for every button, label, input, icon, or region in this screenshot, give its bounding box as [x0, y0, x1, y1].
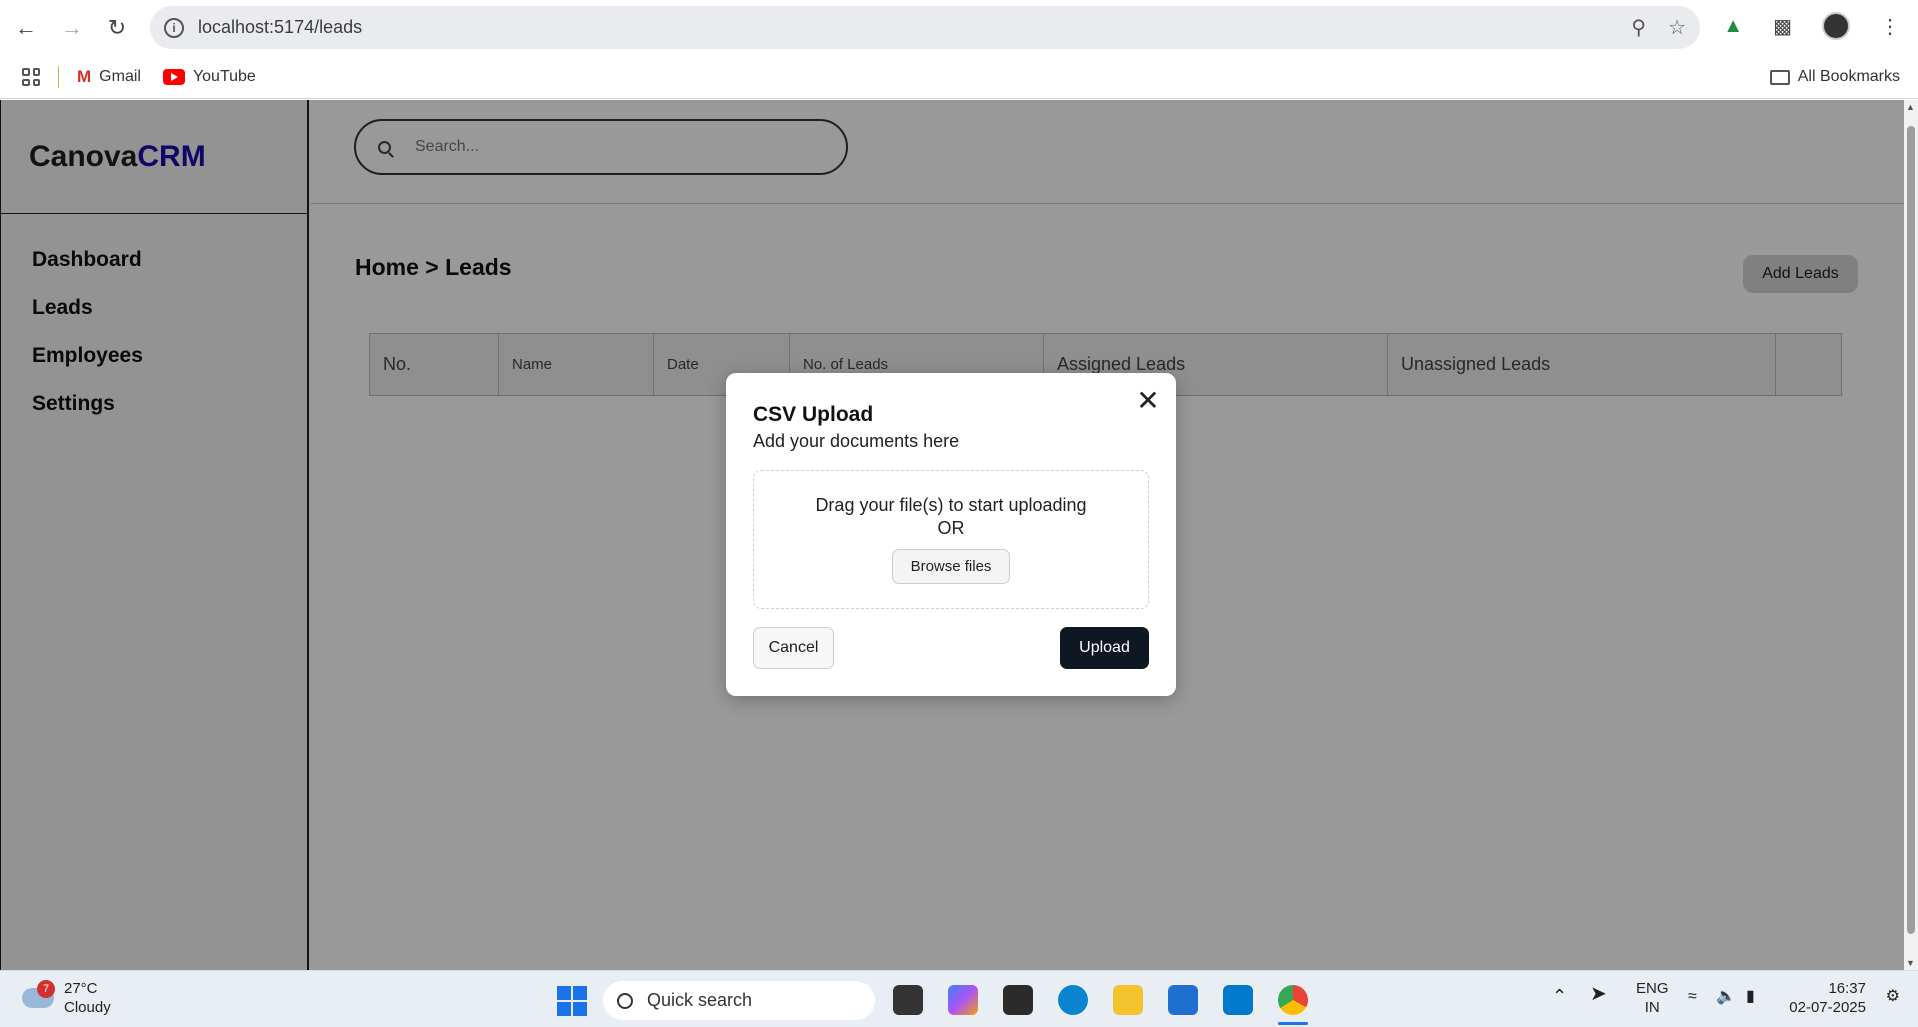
gmail-icon: M [77, 67, 92, 86]
file-dropzone[interactable]: Drag your file(s) to start uploading OR … [753, 470, 1149, 609]
browser-toolbar: ← → ↻ i localhost:5174/leads ⚲ ☆ ▲ ▩ ⋮ [0, 0, 1918, 56]
back-arrow-icon[interactable]: ← [10, 12, 42, 44]
modal-title: CSV Upload [753, 403, 874, 426]
notification-bell-icon[interactable]: ⚙ [1886, 987, 1900, 1006]
bookmark-star-icon[interactable]: ☆ [1668, 15, 1686, 40]
windows-start-icon[interactable] [557, 986, 587, 1016]
search-icon [617, 992, 633, 1009]
language-indicator[interactable]: ENG IN [1636, 979, 1669, 1017]
dropzone-or: OR [937, 518, 965, 538]
bookmark-gmail[interactable]: M Gmail [77, 67, 141, 87]
volume-icon[interactable]: 🔈 [1716, 987, 1736, 1006]
csv-upload-modal: CSV Upload Add your documents here ✕ Dra… [726, 373, 1176, 696]
close-icon[interactable]: ✕ [1134, 387, 1162, 415]
weather-widget[interactable]: 7 27°C Cloudy [22, 979, 111, 1017]
bookmark-youtube[interactable]: YouTube [162, 68, 256, 86]
url-text[interactable]: localhost:5174/leads [198, 17, 362, 38]
task-view-icon[interactable] [893, 985, 923, 1015]
address-bar[interactable]: i localhost:5174/leads ⚲ ☆ [150, 6, 1700, 49]
store-icon[interactable] [1168, 985, 1198, 1015]
folder-icon [1769, 69, 1790, 85]
all-bookmarks[interactable]: All Bookmarks [1769, 68, 1900, 86]
extensions-icon[interactable]: ▩ [1773, 14, 1792, 39]
reload-icon[interactable]: ↻ [101, 12, 133, 44]
chrome-icon[interactable] [1278, 985, 1308, 1015]
temperature: 27°C [64, 980, 98, 997]
bookmarks-bar: M Gmail YouTube All Bookmarks [0, 56, 1918, 99]
taskbar-search[interactable]: Quick search [603, 981, 875, 1020]
site-info-icon[interactable]: i [164, 17, 184, 38]
bookmarks-divider [58, 66, 59, 88]
modal-subtitle: Add your documents here [753, 431, 960, 451]
weather-condition: Cloudy [64, 999, 111, 1016]
language-region: IN [1644, 999, 1660, 1016]
chevron-up-icon[interactable]: ⌃ [1552, 987, 1567, 1006]
apps-grid-icon[interactable] [22, 68, 40, 86]
bookmark-label: Gmail [99, 68, 141, 85]
vscode-icon[interactable] [1223, 985, 1253, 1015]
scroll-thumb[interactable] [1907, 126, 1915, 934]
youtube-icon [162, 69, 185, 85]
wifi-icon[interactable]: ≈ [1688, 987, 1697, 1006]
scroll-up-icon[interactable]: ▲ [1906, 102, 1915, 112]
windows-taskbar: 7 27°C Cloudy Quick search ⌃ ➤ ENG IN ≈ … [0, 970, 1918, 1027]
taskbar-search-label: Quick search [647, 990, 753, 1010]
language-primary: ENG [1636, 980, 1669, 997]
drive-icon[interactable]: ▲ [1723, 15, 1743, 38]
forward-arrow-icon[interactable]: → [56, 12, 88, 44]
file-explorer-icon[interactable] [1113, 985, 1143, 1015]
battery-icon[interactable]: ▮ [1746, 987, 1755, 1006]
location-icon[interactable]: ➤ [1590, 984, 1607, 1004]
menu-kebab-icon[interactable]: ⋮ [1880, 14, 1900, 39]
cloud-icon: 7 [22, 980, 55, 1008]
dropzone-text: Drag your file(s) to start uploading [815, 495, 1087, 515]
clock-time: 16:37 [1828, 980, 1866, 997]
browse-files-button[interactable]: Browse files [891, 549, 1011, 584]
profile-avatar[interactable] [1822, 12, 1850, 40]
system-clock[interactable]: 16:37 02-07-2025 [1789, 979, 1866, 1017]
cancel-button[interactable]: Cancel [753, 627, 834, 669]
all-bookmarks-label: All Bookmarks [1797, 68, 1900, 85]
scroll-down-icon[interactable]: ▼ [1906, 958, 1915, 968]
active-app-indicator [1278, 1022, 1308, 1025]
bookmark-label: YouTube [192, 68, 256, 85]
edge-icon[interactable] [1058, 985, 1088, 1015]
clock-date: 02-07-2025 [1789, 999, 1866, 1016]
terminal-icon[interactable] [1003, 985, 1033, 1015]
copilot-icon[interactable] [948, 985, 978, 1015]
zoom-icon[interactable]: ⚲ [1631, 15, 1646, 40]
weather-badge: 7 [37, 980, 55, 998]
page-scrollbar[interactable]: ▲ ▼ [1904, 100, 1918, 970]
upload-button[interactable]: Upload [1060, 627, 1149, 669]
